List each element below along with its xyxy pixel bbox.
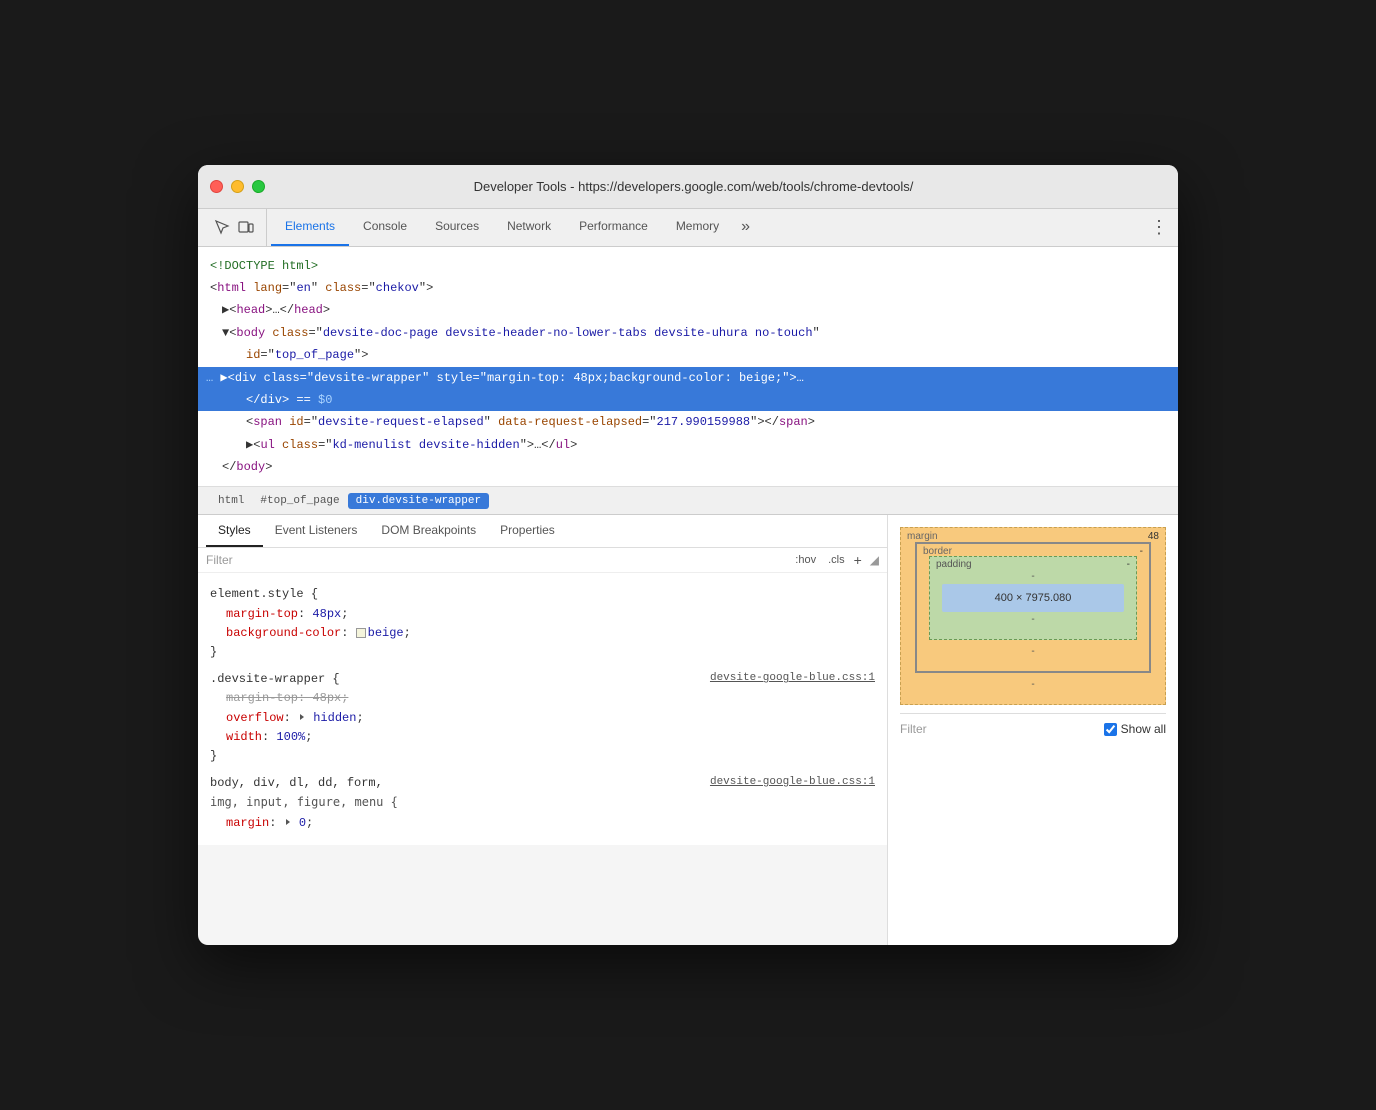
dom-line[interactable]: <span id="devsite-request-elapsed" data-…	[198, 411, 1178, 433]
tab-sources[interactable]: Sources	[421, 209, 493, 246]
tab-memory[interactable]: Memory	[662, 209, 733, 246]
tab-bar: Elements Console Sources Network Perform…	[198, 209, 1178, 247]
css-selector: element.style {	[210, 585, 875, 604]
padding-label: padding	[936, 559, 972, 570]
show-all-label: Show all	[1121, 722, 1166, 736]
border-bottom-val: -	[929, 644, 1137, 659]
sub-tabs: Styles Event Listeners DOM Breakpoints P…	[198, 515, 887, 548]
padding-top-val: -	[942, 569, 1124, 584]
breadcrumb-top-of-page[interactable]: #top_of_page	[252, 493, 347, 509]
css-rules: element.style { margin-top: 48px; backgr…	[198, 573, 887, 844]
margin-label: margin	[907, 531, 938, 542]
css-selector-row: .devsite-wrapper { devsite-google-blue.c…	[210, 670, 875, 689]
breadcrumb-html[interactable]: html	[210, 493, 252, 509]
tab-elements[interactable]: Elements	[271, 209, 349, 246]
show-all-container: Show all	[1104, 722, 1166, 736]
close-button[interactable]	[210, 180, 223, 193]
devtools-menu-button[interactable]: ⋮	[1140, 209, 1178, 246]
css-rule-element-style: element.style { margin-top: 48px; backgr…	[198, 581, 887, 666]
margin-value: 48	[1148, 531, 1159, 542]
triangle-icon	[300, 714, 304, 720]
dom-panel: <!DOCTYPE html> <html lang="en" class="c…	[198, 247, 1178, 488]
more-tabs-button[interactable]: »	[733, 209, 758, 246]
box-model-padding: padding - - 400 × 7975.080 -	[929, 556, 1137, 640]
dom-line[interactable]: ▶<head>…</head>	[198, 299, 1178, 321]
cls-button[interactable]: .cls	[825, 553, 848, 567]
styles-left-panel: Styles Event Listeners DOM Breakpoints P…	[198, 515, 888, 945]
css-selector-row: img, input, figure, menu {	[210, 793, 875, 813]
filter-placeholder: Filter	[206, 553, 792, 567]
box-model-diagram: margin 48 border - padding - -	[900, 527, 1166, 705]
css-prop-row: overflow: hidden;	[210, 709, 875, 728]
tab-console[interactable]: Console	[349, 209, 421, 246]
sub-tab-event-listeners[interactable]: Event Listeners	[263, 515, 370, 547]
title-bar: Developer Tools - https://developers.goo…	[198, 165, 1178, 209]
show-all-checkbox[interactable]	[1104, 723, 1117, 736]
window-title: Developer Tools - https://developers.goo…	[281, 179, 1106, 194]
dom-line[interactable]: ▼<body class="devsite-doc-page devsite-h…	[198, 322, 1178, 344]
add-style-button[interactable]: +	[854, 552, 862, 568]
padding-value: -	[1127, 559, 1130, 570]
breadcrumb-div-wrapper[interactable]: div.devsite-wrapper	[348, 493, 489, 509]
dom-line[interactable]: id="top_of_page">	[198, 344, 1178, 366]
sub-tab-styles[interactable]: Styles	[206, 515, 263, 547]
sub-tab-properties[interactable]: Properties	[488, 515, 567, 547]
computed-filter-label: Filter	[900, 722, 927, 736]
box-model-border: border - padding - - 400 × 7975.080 -	[915, 542, 1151, 673]
dom-line-selected[interactable]: … ▶<div class="devsite-wrapper" style="m…	[198, 367, 1178, 389]
filter-buttons: :hov .cls + ◢	[792, 552, 879, 568]
css-rule-devsite-wrapper: .devsite-wrapper { devsite-google-blue.c…	[198, 666, 887, 770]
hov-button[interactable]: :hov	[792, 553, 819, 567]
triangle-icon-2	[286, 819, 290, 825]
dom-line-close[interactable]: </div> == $0	[198, 389, 1178, 411]
color-swatch-beige	[356, 628, 366, 638]
toolbar-icons	[202, 209, 267, 246]
filter-resize-handle: ◢	[870, 553, 879, 567]
breadcrumb-bar: html #top_of_page div.devsite-wrapper	[198, 487, 1178, 515]
devtools-window: Developer Tools - https://developers.goo…	[198, 165, 1178, 946]
css-prop-row: margin: 0;	[210, 814, 875, 833]
css-rule-body-div: body, div, dl, dd, form, devsite-google-…	[198, 770, 887, 837]
filter-bar: Filter :hov .cls + ◢	[198, 548, 887, 573]
computed-filter: Filter Show all	[900, 713, 1166, 736]
dom-line[interactable]: </body>	[198, 456, 1178, 478]
inspect-icon[interactable]	[210, 215, 234, 239]
margin-bottom-val: -	[915, 679, 1151, 690]
border-value: -	[1140, 546, 1143, 557]
tab-performance[interactable]: Performance	[565, 209, 662, 246]
sub-tab-dom-breakpoints[interactable]: DOM Breakpoints	[369, 515, 488, 547]
maximize-button[interactable]	[252, 180, 265, 193]
box-model-content: 400 × 7975.080	[942, 584, 1124, 612]
dom-line[interactable]: <!DOCTYPE html>	[198, 255, 1178, 277]
dom-line[interactable]: <html lang="en" class="chekov">	[198, 277, 1178, 299]
device-toggle-icon[interactable]	[234, 215, 258, 239]
css-prop-row: margin-top: 48px;	[210, 605, 875, 624]
css-prop-row: width: 100%;	[210, 728, 875, 747]
css-file-link[interactable]: devsite-google-blue.css:1	[710, 670, 875, 688]
css-prop-row: background-color: beige;	[210, 624, 875, 643]
minimize-button[interactable]	[231, 180, 244, 193]
dom-line[interactable]: ▶<ul class="kd-menulist devsite-hidden">…	[198, 434, 1178, 456]
css-file-link-2[interactable]: devsite-google-blue.css:1	[710, 774, 875, 792]
css-prop-row: margin-top: 48px;	[210, 689, 875, 708]
box-model-margin: margin 48 border - padding - -	[900, 527, 1166, 705]
css-selector-row: body, div, dl, dd, form, devsite-google-…	[210, 774, 875, 793]
styles-right-panel: margin 48 border - padding - -	[888, 515, 1178, 945]
padding-bottom-val: -	[942, 612, 1124, 627]
tab-network[interactable]: Network	[493, 209, 565, 246]
traffic-lights	[210, 180, 265, 193]
styles-section: Styles Event Listeners DOM Breakpoints P…	[198, 515, 1178, 945]
